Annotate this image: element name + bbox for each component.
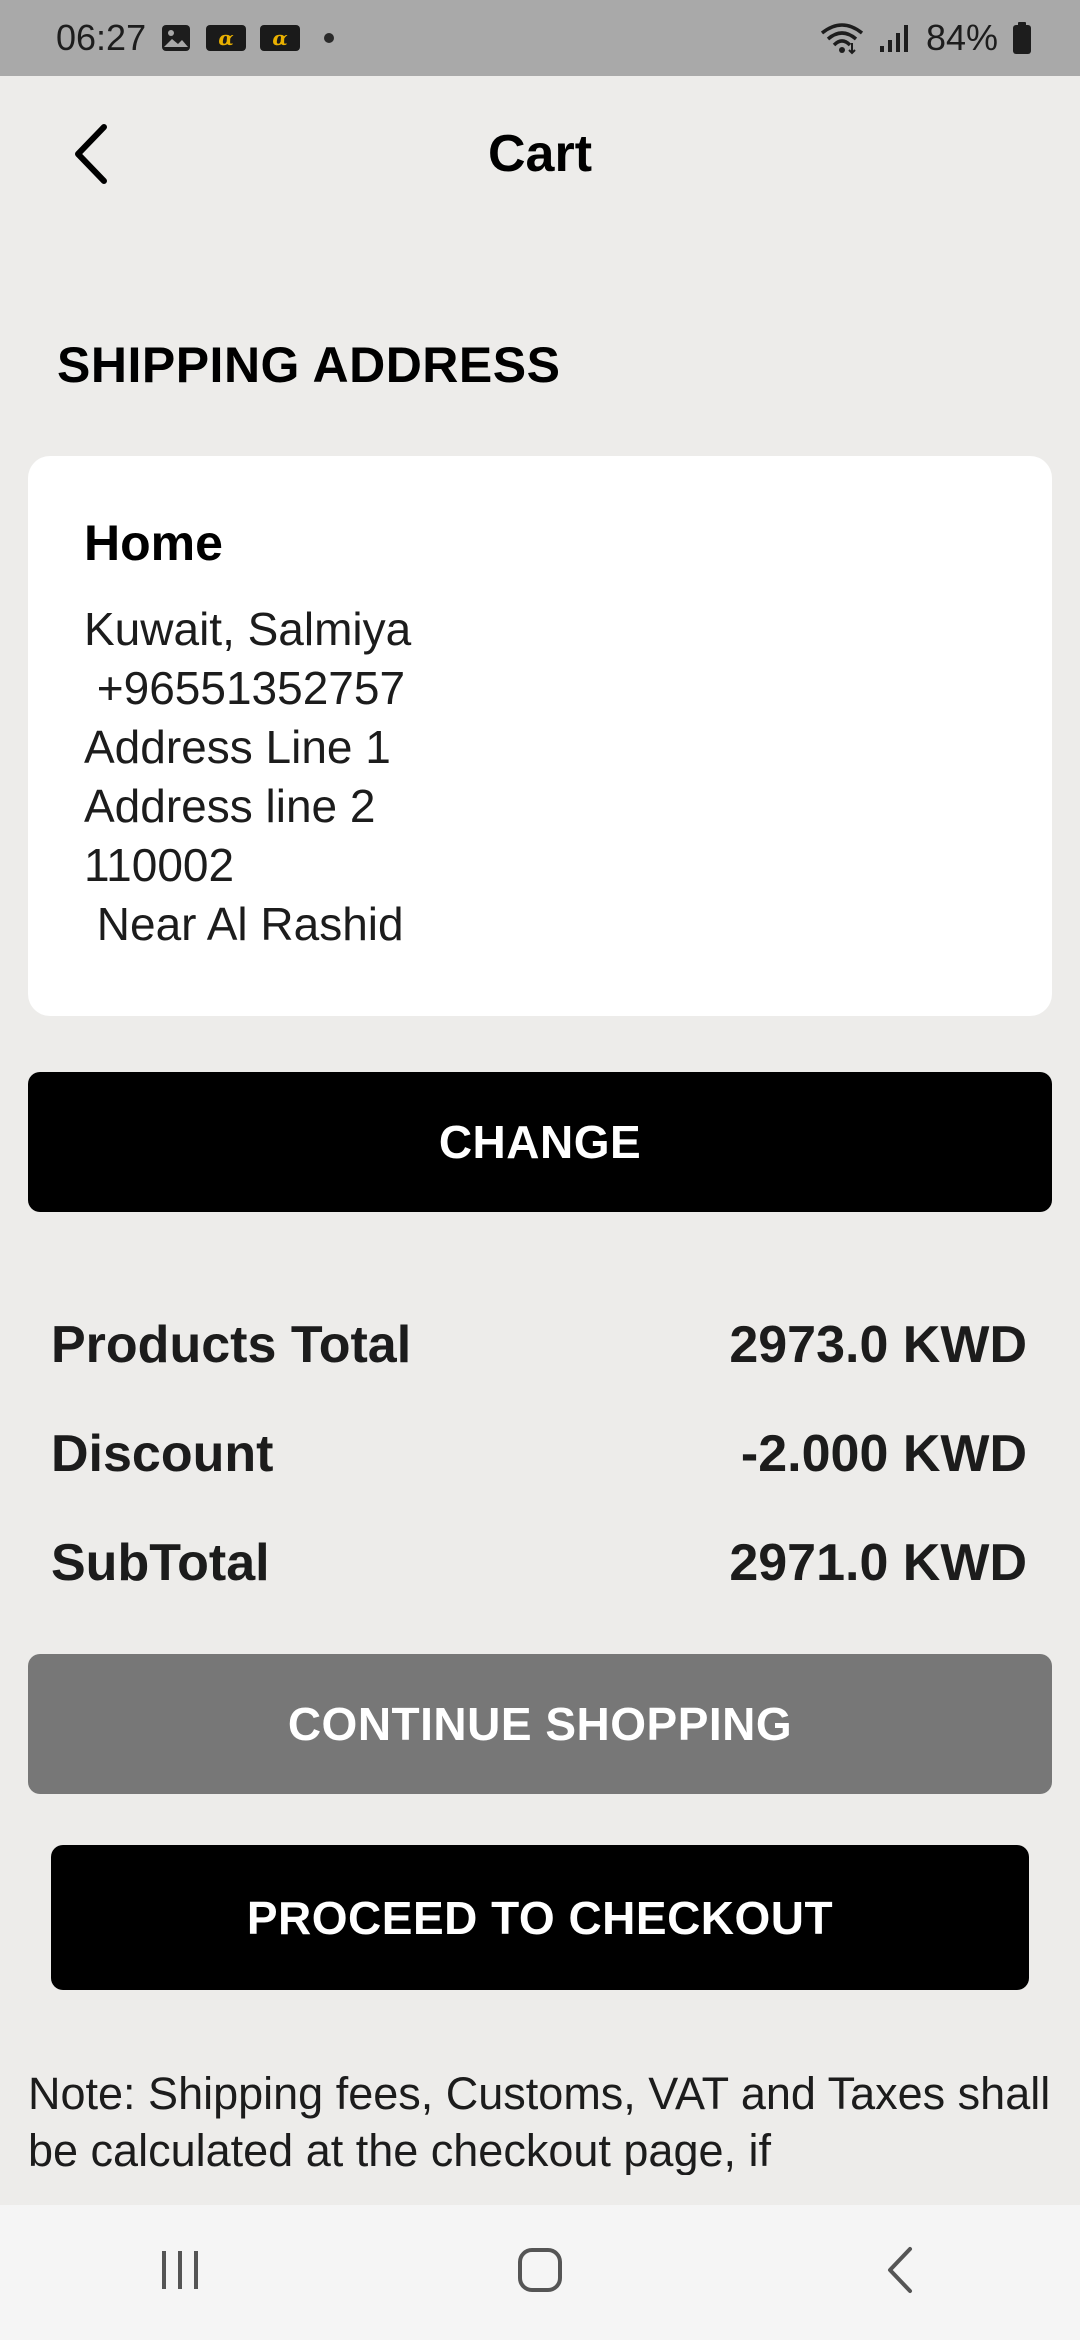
app-badge-icon: α: [206, 25, 247, 51]
status-left: 06:27 α α: [56, 17, 335, 59]
wifi-icon: [820, 21, 864, 55]
header: Cart: [0, 76, 1080, 236]
summary-row-subtotal: SubTotal 2971.0 KWD: [51, 1508, 1027, 1617]
home-icon: [516, 2246, 564, 2299]
notification-dot-icon: [324, 33, 335, 43]
shipping-note: Note: Shipping fees, Customs, VAT and Ta…: [28, 2068, 1051, 2175]
address-line-postal: 110002: [84, 839, 235, 891]
summary-row-products-total: Products Total 2973.0 KWD: [51, 1290, 1027, 1399]
status-bar: 06:27 α α 84%: [0, 0, 1080, 76]
home-button[interactable]: [480, 2223, 600, 2323]
summary-label: Discount: [51, 1424, 274, 1483]
address-card: Home Kuwait, Salmiya +96551352757 Addres…: [28, 456, 1052, 1016]
gallery-icon: [160, 22, 192, 54]
back-icon: [884, 2245, 916, 2300]
status-right: 84%: [820, 17, 1032, 59]
summary-row-discount: Discount -2.000 KWD: [51, 1399, 1027, 1508]
address-line-2: Address line 2: [84, 780, 376, 832]
shipping-address-title: SHIPPING ADDRESS: [57, 337, 561, 393]
page-title: Cart: [487, 125, 593, 183]
signal-icon: [878, 22, 912, 54]
summary-value: -2.000 KWD: [740, 1424, 1027, 1483]
app-badge-icon: α: [260, 25, 301, 51]
change-address-button[interactable]: CHANGE: [28, 1072, 1052, 1212]
continue-shopping-button[interactable]: CONTINUE SHOPPING: [28, 1654, 1052, 1794]
summary-label: Products Total: [51, 1315, 412, 1374]
battery-percent: 84%: [925, 17, 998, 58]
address-line-phone: +96551352757: [84, 662, 406, 714]
proceed-to-checkout-button[interactable]: PROCEED TO CHECKOUT: [51, 1845, 1029, 1990]
address-line-1: Address Line 1: [84, 721, 391, 773]
address-line-city: Kuwait, Salmiya: [84, 603, 412, 655]
summary-value: 2971.0 KWD: [729, 1533, 1027, 1592]
summary-value: 2973.0 KWD: [729, 1315, 1027, 1374]
order-summary: Products Total 2973.0 KWD Discount -2.00…: [51, 1290, 1027, 1617]
status-time: 06:27: [56, 17, 147, 58]
system-nav-bar: [0, 2205, 1080, 2340]
battery-icon: [1012, 21, 1032, 55]
address-line-landmark: Near Al Rashid: [84, 898, 404, 950]
recent-apps-button[interactable]: [120, 2223, 240, 2323]
address-name: Home: [84, 515, 223, 571]
system-back-button[interactable]: [840, 2223, 960, 2323]
summary-label: SubTotal: [51, 1533, 270, 1592]
recent-apps-icon: [156, 2247, 204, 2298]
